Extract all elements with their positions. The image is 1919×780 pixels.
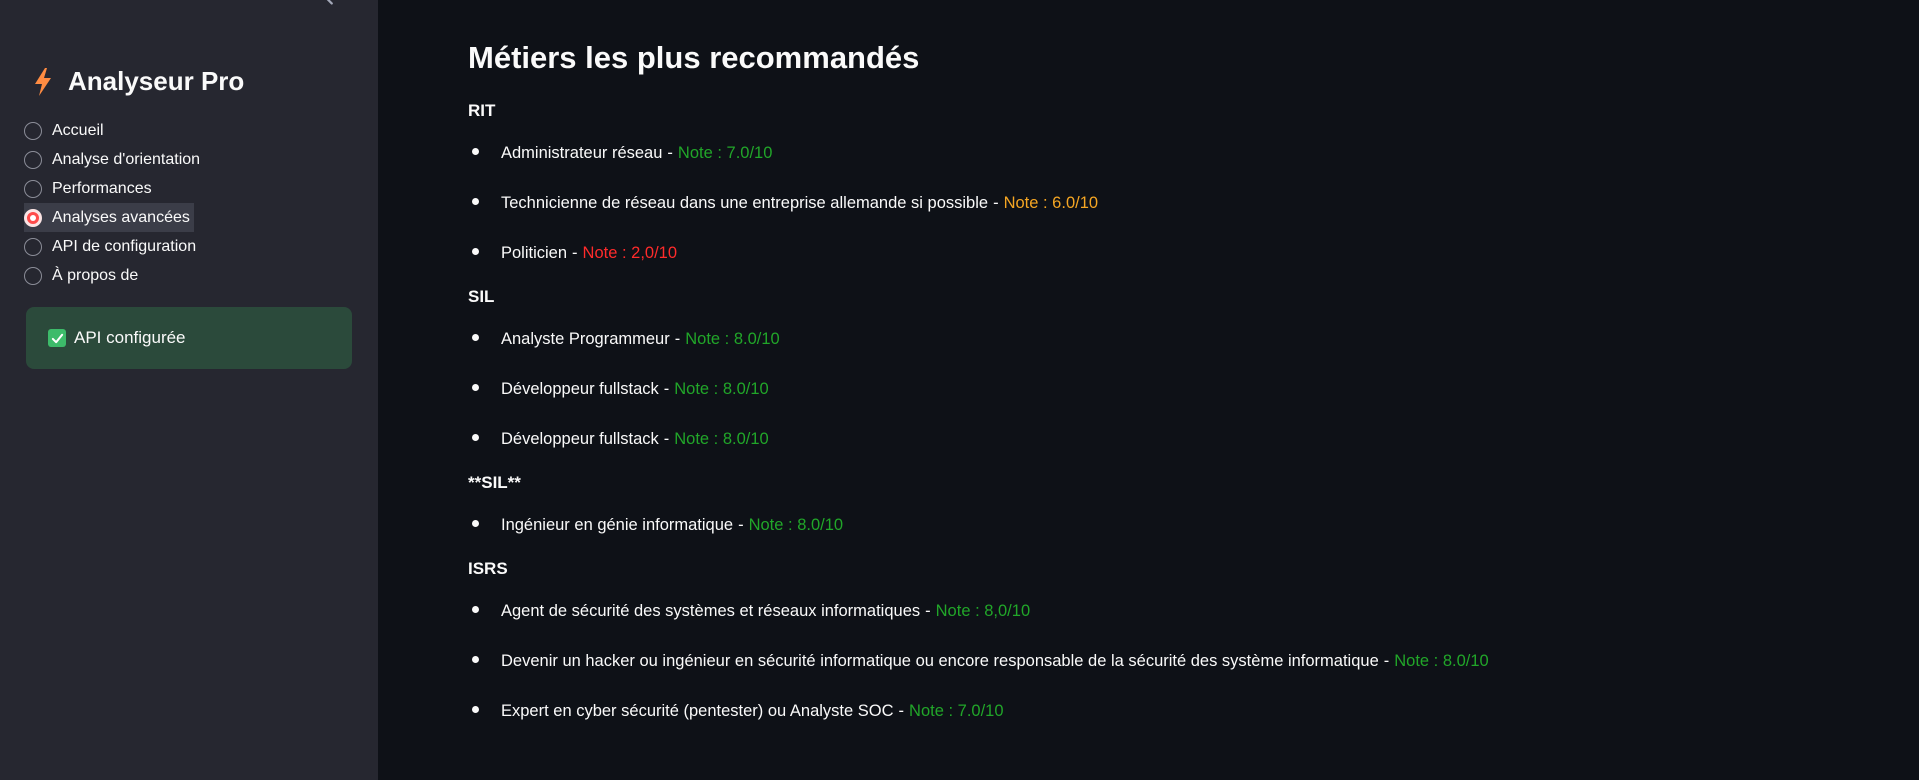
sidebar: Analyseur Pro Accueil Analyse d'orientati… [0,0,378,780]
job-title: Devenir un hacker ou ingénieur en sécuri… [501,651,1379,670]
section-heading: RIT [468,101,496,120]
job-title: Ingénieur en génie informatique [501,515,734,534]
list-item: Ingénieur en génie informatique - Note : 8… [468,500,1848,550]
job-list: Ingénieur en génie informatique - Note : 8… [468,500,1848,550]
job-title: Analyste Programmeur [501,329,670,348]
score-note: Note : 7.0/10 [909,701,1004,720]
nav-item-3[interactable]: Analyses avancées [24,203,194,232]
radio-icon[interactable] [24,179,42,198]
bullet-icon [472,606,479,613]
api-status-text: API configurée [74,328,186,347]
nav-item-label: Performances [52,179,152,197]
score-note: Note : 2,0/10 [582,243,678,262]
nav-item-label: Analyses avancées [52,208,190,226]
nav-item-4[interactable]: API de configuration [24,232,200,261]
nav-item-label: API de configuration [52,237,197,255]
score-note: Note : 8,0/10 [935,601,1031,620]
job-title: Technicienne de réseau dans une entrepri… [501,193,989,212]
job-title: Politicien [501,243,568,262]
bullet-icon [472,384,479,391]
radio-selected-icon[interactable] [24,208,42,227]
nav-item-label: Analyse d'orientation [52,150,201,168]
list-item: Devenir un hacker ou ingénieur en sécuri… [468,636,1848,686]
bullet-icon [472,198,479,205]
score-note: Note : 8.0/10 [674,379,769,398]
separator: - [993,193,999,212]
separator: - [674,329,681,348]
job-title: Expert en cyber sécurité (pentester) ou … [501,701,894,720]
separator: - [925,601,931,620]
job-list: Analyste Programmeur - Note : 8.0/10 Dévelo… [468,314,1848,464]
job-title: Agent de sécurité des systèmes et réseau… [501,601,921,620]
list-item: Technicienne de réseau dans une entrepri… [468,178,1848,228]
bullet-icon [472,148,479,155]
nav-item-2[interactable]: Performances [24,174,200,203]
list-item: Expert en cyber sécurité (pentester) ou … [468,686,1848,736]
app-title: Analyseur Pro [68,66,245,96]
bullet-icon [472,248,479,255]
brand: Analyseur Pro [32,66,244,97]
radio-icon[interactable] [24,121,42,140]
score-note: Note : 8.0/10 [685,329,780,348]
separator: - [1383,651,1390,670]
nav-radio-group: Accueil Analyse d'orientation Performances… [24,116,200,290]
recommendations: RIT Administrateur réseau - Note : 7.0/10 Te… [468,100,1848,744]
job-title: Développeur fullstack [501,429,659,448]
section-heading: **SIL** [468,473,521,492]
bullet-icon [472,434,479,441]
list-item: Agent de sécurité des systèmes et réseau… [468,586,1848,636]
nav-item-0[interactable]: Accueil [24,116,200,145]
list-item: Développeur fullstack - Note : 8.0/10 [468,414,1848,464]
bullet-icon [472,706,479,713]
api-status-alert: API configurée [26,307,352,369]
job-list: Administrateur réseau - Note : 7.0/10 Techn… [468,128,1848,278]
section-heading: ISRS [468,559,508,578]
nav-item-label: À propos de [52,266,139,284]
section-heading: SIL [468,287,495,306]
checkbox-check-icon [48,329,66,347]
collapse-sidebar-icon[interactable] [318,0,340,8]
page-title: Métiers les plus recommandés [468,40,920,75]
job-title: Administrateur réseau [501,143,663,162]
bullet-icon [472,520,479,527]
job-title: Développeur fullstack [501,379,659,398]
list-item: Administrateur réseau - Note : 7.0/10 [468,128,1848,178]
separator: - [667,143,673,162]
lightning-icon [32,67,54,97]
bullet-icon [472,334,479,341]
list-item: Analyste Programmeur - Note : 8.0/10 [468,314,1848,364]
job-list: Agent de sécurité des systèmes et réseau… [468,586,1848,736]
score-note: Note : 8.0/10 [674,429,769,448]
radio-icon[interactable] [24,150,42,169]
separator: - [663,429,670,448]
bullet-icon [472,656,479,663]
separator: - [663,379,670,398]
score-note: Note : 7.0/10 [677,143,773,162]
score-note: Note : 8.0/10 [1394,651,1489,670]
list-item: Politicien - Note : 2,0/10 [468,228,1848,278]
score-note: Note : 6.0/10 [1003,193,1099,212]
separator: - [738,515,744,534]
nav-item-label: Accueil [52,121,104,139]
nav-item-5[interactable]: À propos de [24,261,200,290]
score-note: Note : 8.0/10 [748,515,844,534]
separator: - [898,701,905,720]
nav-item-1[interactable]: Analyse d'orientation [24,145,200,174]
radio-icon[interactable] [24,266,42,285]
radio-icon[interactable] [24,237,42,256]
separator: - [572,243,578,262]
list-item: Développeur fullstack - Note : 8.0/10 [468,364,1848,414]
